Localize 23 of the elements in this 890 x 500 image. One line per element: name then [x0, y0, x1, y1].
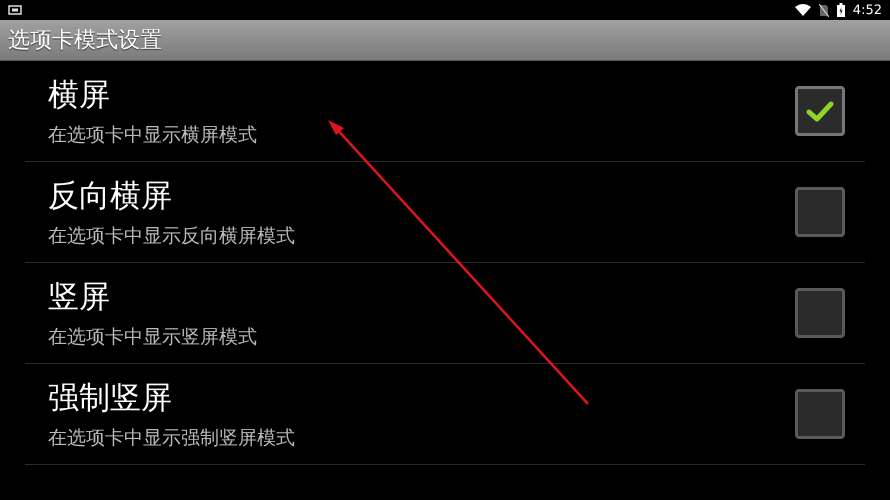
wifi-icon — [794, 4, 811, 16]
no-sim-icon — [818, 4, 829, 16]
setting-row[interactable]: 竖屏 在选项卡中显示竖屏模式 — [25, 263, 865, 364]
setting-summary: 在选项卡中显示强制竖屏模式 — [48, 426, 295, 451]
setting-summary: 在选项卡中显示竖屏模式 — [48, 325, 257, 350]
setting-title: 强制竖屏 — [48, 379, 173, 418]
screen-title: 选项卡模式设置 — [8, 27, 162, 55]
checkbox[interactable] — [795, 86, 845, 136]
check-icon — [806, 100, 834, 122]
battery-icon — [836, 3, 845, 17]
setting-summary: 在选项卡中显示反向横屏模式 — [48, 224, 295, 249]
setting-summary: 在选项卡中显示横屏模式 — [48, 123, 257, 148]
setting-title: 竖屏 — [48, 278, 111, 317]
clock-time: 4:52 — [852, 2, 882, 18]
setting-row[interactable]: 横屏 在选项卡中显示横屏模式 — [25, 61, 865, 162]
setting-row[interactable]: 强制竖屏 在选项卡中显示强制竖屏模式 — [25, 364, 865, 465]
setting-title: 反向横屏 — [48, 177, 173, 216]
notification-icon — [8, 5, 22, 15]
setting-title: 横屏 — [48, 76, 111, 115]
checkbox[interactable] — [795, 187, 845, 237]
checkbox[interactable] — [795, 288, 845, 338]
setting-row[interactable]: 反向横屏 在选项卡中显示反向横屏模式 — [25, 162, 865, 263]
checkbox[interactable] — [795, 389, 845, 439]
